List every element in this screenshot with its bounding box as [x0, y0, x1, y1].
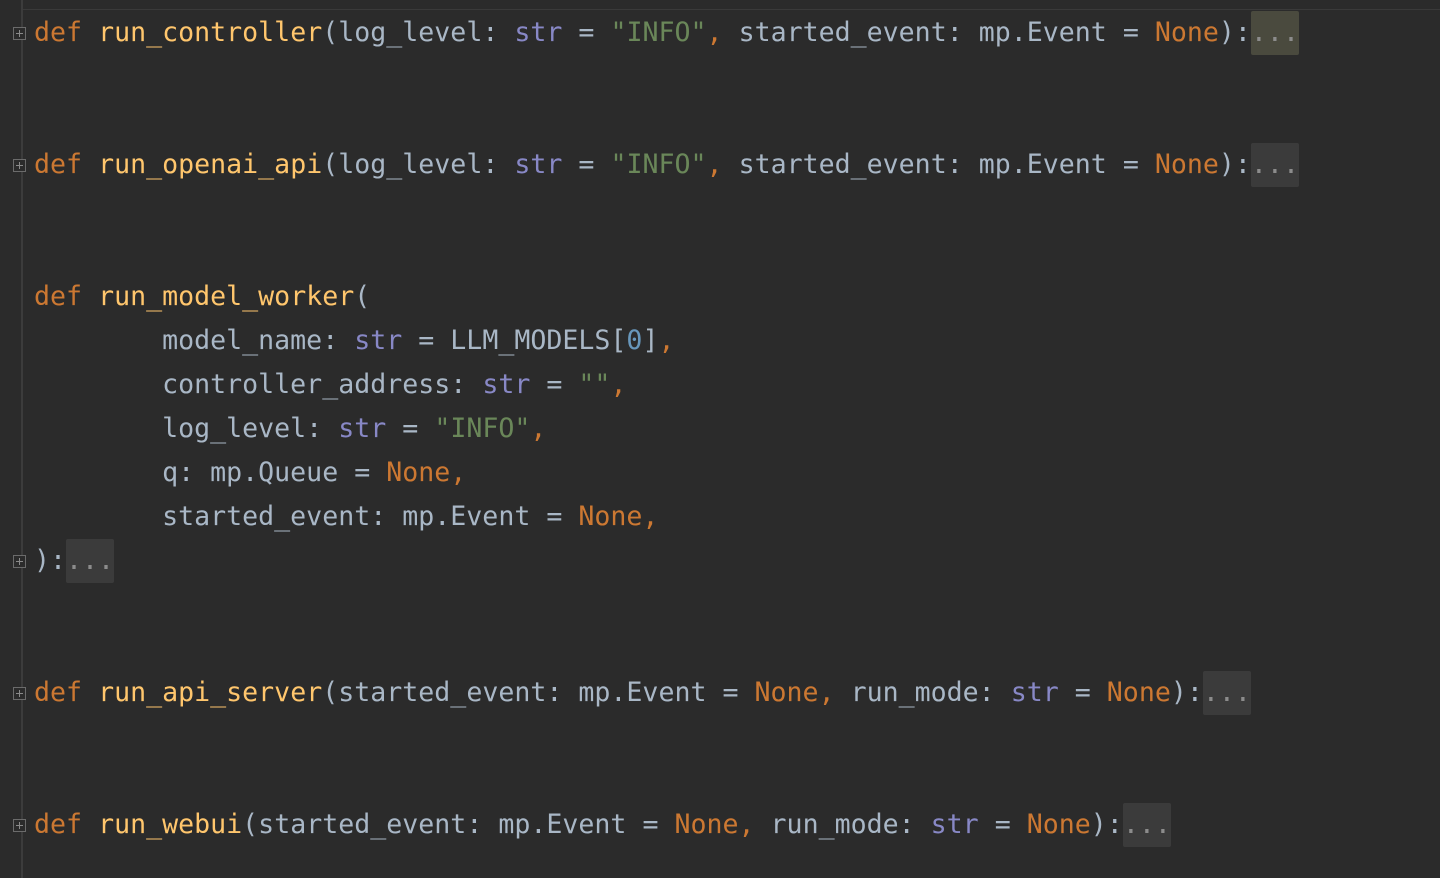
code-token: ( — [354, 281, 371, 312]
code-token: controller_address: — [34, 369, 483, 400]
code-token: ): — [1218, 149, 1251, 180]
code-token: , — [610, 369, 627, 400]
gutter-divider — [21, 0, 23, 878]
fold-expand-icon[interactable] — [13, 555, 26, 568]
code-token: started_event: mp.Event = — [34, 501, 579, 532]
fold-expand-icon[interactable] — [13, 27, 26, 40]
code-token: run_webui — [98, 809, 243, 840]
code-token: , — [642, 501, 659, 532]
code-line[interactable]: def run_controller(log_level: str = "INF… — [34, 11, 1299, 55]
code-token: str — [338, 413, 387, 444]
code-token: str — [930, 809, 979, 840]
code-token: run_api_server — [98, 677, 323, 708]
code-token: run_openai_api — [98, 149, 323, 180]
code-token: "" — [578, 369, 611, 400]
code-token: ): — [1090, 809, 1123, 840]
code-token: model_name: — [34, 325, 355, 356]
code-token: ): — [1170, 677, 1203, 708]
folded-code-placeholder[interactable]: ... — [1202, 671, 1251, 715]
code-token: , — [706, 17, 739, 48]
folded-code-placeholder[interactable]: ... — [1250, 143, 1299, 187]
fold-expand-icon[interactable] — [13, 819, 26, 832]
code-token: None — [1154, 149, 1219, 180]
code-line[interactable]: q: mp.Queue = None, — [34, 451, 466, 495]
code-token: , — [450, 457, 467, 488]
code-token: run_mode: — [850, 677, 1011, 708]
code-token: = — [562, 149, 611, 180]
code-token: def — [34, 17, 83, 48]
code-line[interactable]: started_event: mp.Event = None, — [34, 495, 658, 539]
code-token: , — [530, 413, 547, 444]
code-token: (log_level: — [322, 17, 515, 48]
code-token: str — [354, 325, 403, 356]
code-token: = — [386, 413, 435, 444]
editor-top-border — [22, 0, 1440, 10]
fold-expand-icon[interactable] — [13, 159, 26, 172]
code-line[interactable]: def run_api_server(started_event: mp.Eve… — [34, 671, 1251, 715]
code-token: log_level: — [34, 413, 339, 444]
code-token: run_mode: — [770, 809, 931, 840]
code-token: def — [34, 281, 83, 312]
code-token: ): — [1218, 17, 1251, 48]
code-line[interactable]: model_name: str = LLM_MODELS[0], — [34, 319, 674, 363]
code-line[interactable]: def run_webui(started_event: mp.Event = … — [34, 803, 1171, 847]
code-token: started_event: mp.Event = — [738, 17, 1155, 48]
code-token: def — [34, 677, 83, 708]
code-token: None — [1154, 17, 1219, 48]
code-token: , — [818, 677, 851, 708]
code-token: "INFO" — [434, 413, 531, 444]
folded-code-placeholder[interactable]: ... — [1122, 803, 1171, 847]
code-token: "INFO" — [610, 17, 707, 48]
code-token: (started_event: mp.Event = — [242, 809, 675, 840]
code-line[interactable]: log_level: str = "INFO", — [34, 407, 546, 451]
code-line[interactable]: def run_model_worker( — [34, 275, 370, 319]
code-line[interactable]: ):... — [34, 539, 115, 583]
folded-code-placeholder[interactable]: ... — [66, 539, 115, 583]
code-line[interactable]: def run_openai_api(log_level: str = "INF… — [34, 143, 1299, 187]
code-line[interactable]: controller_address: str = "", — [34, 363, 626, 407]
code-token: run_model_worker — [98, 281, 355, 312]
code-token: = — [562, 17, 611, 48]
code-token: , — [658, 325, 675, 356]
code-token: = — [1058, 677, 1107, 708]
code-token: str — [514, 149, 563, 180]
code-token: = — [978, 809, 1027, 840]
fold-expand-icon[interactable] — [13, 687, 26, 700]
code-token: None — [674, 809, 739, 840]
code-token: (started_event: mp.Event = — [322, 677, 755, 708]
code-token: = — [530, 369, 579, 400]
code-token: None — [386, 457, 451, 488]
code-token: , — [738, 809, 771, 840]
code-token: ): — [34, 545, 67, 576]
code-token: 0 — [626, 325, 643, 356]
code-token: "INFO" — [610, 149, 707, 180]
code-token: str — [482, 369, 531, 400]
code-token: q: mp.Queue = — [34, 457, 387, 488]
code-token: run_controller — [98, 17, 323, 48]
code-token: = LLM_MODELS[ — [402, 325, 627, 356]
folded-code-placeholder[interactable]: ... — [1250, 11, 1299, 55]
code-editor[interactable]: def run_controller(log_level: str = "INF… — [0, 0, 1440, 878]
code-token: str — [1010, 677, 1059, 708]
code-token: None — [1106, 677, 1171, 708]
code-token: None — [1026, 809, 1091, 840]
code-token: started_event: mp.Event = — [738, 149, 1155, 180]
code-token: None — [578, 501, 643, 532]
code-token: str — [514, 17, 563, 48]
code-token: ] — [642, 325, 659, 356]
code-token: def — [34, 149, 83, 180]
code-token: (log_level: — [322, 149, 515, 180]
code-token: None — [754, 677, 819, 708]
code-token: def — [34, 809, 83, 840]
code-token: , — [706, 149, 739, 180]
